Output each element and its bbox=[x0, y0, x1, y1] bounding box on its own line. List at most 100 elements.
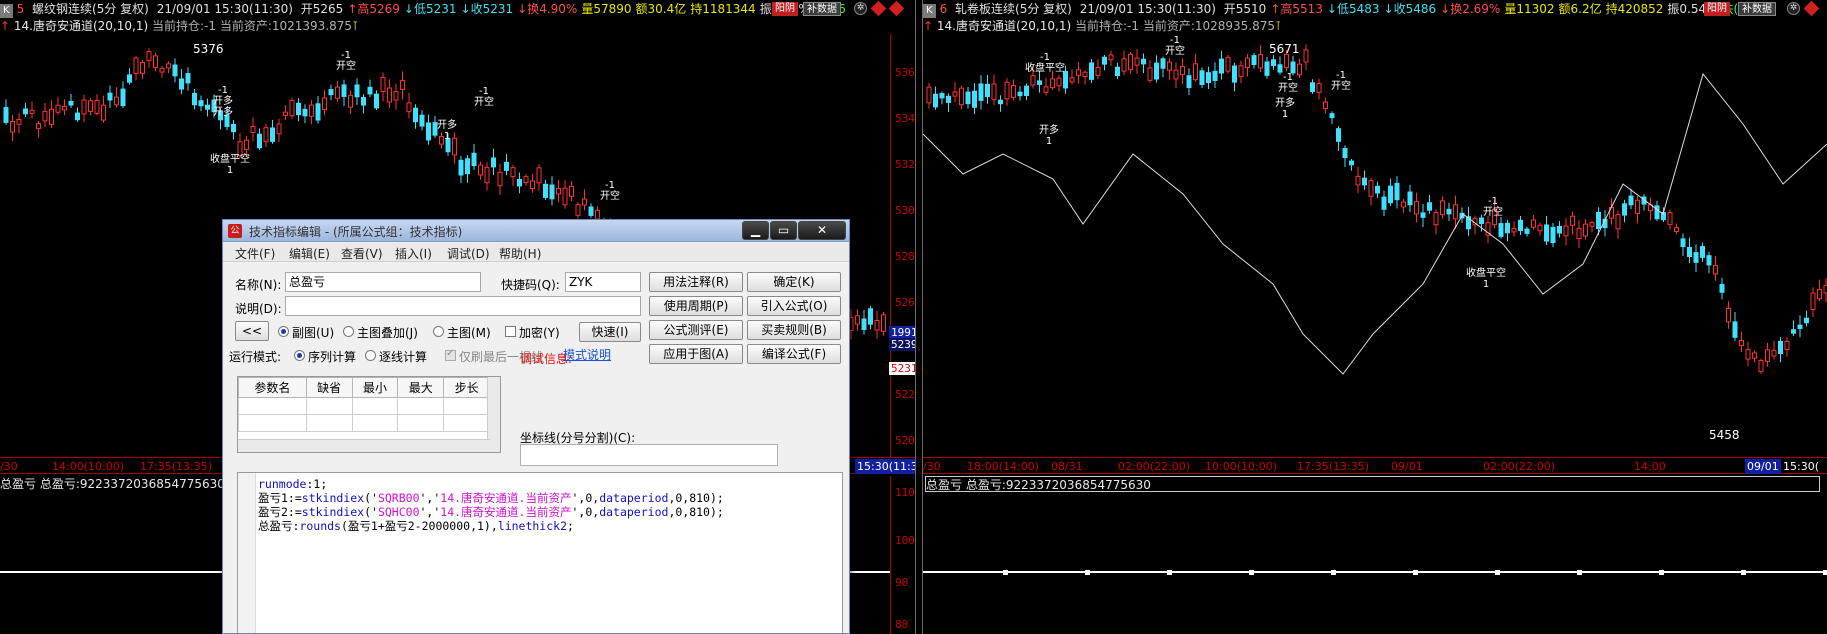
left-candle bbox=[419, 114, 425, 127]
right-candle bbox=[978, 83, 984, 101]
right-settings-icon[interactable]: ✲ bbox=[1787, 2, 1800, 15]
param-row[interactable] bbox=[238, 397, 490, 415]
quick-button[interactable]: 快速(I) bbox=[579, 322, 641, 342]
sequence-calc-radio[interactable] bbox=[294, 350, 305, 361]
apply-to-chart-button[interactable]: 应用于图(A) bbox=[649, 344, 743, 364]
shortcut-input[interactable]: ZYK bbox=[565, 272, 641, 292]
per-bar-calc-radio[interactable] bbox=[365, 350, 376, 361]
subchart-radio[interactable] bbox=[278, 326, 289, 337]
dialog-titlebar[interactable]: 公 技术指标编辑 - (所属公式组：技术指标) ▁ ▭ ✕ bbox=[223, 220, 849, 242]
right-candle bbox=[959, 87, 964, 106]
left-candle bbox=[114, 96, 119, 106]
right-candlestick-chart[interactable] bbox=[923, 34, 1827, 457]
left-candle bbox=[166, 63, 171, 69]
subchart-label: 副图(U) bbox=[292, 326, 335, 340]
left-candle bbox=[309, 104, 314, 117]
right-indicator-marker bbox=[1167, 570, 1172, 575]
menu-debug[interactable]: 调试(D) bbox=[447, 245, 490, 262]
param-horizontal-scrollbar[interactable] bbox=[238, 439, 490, 452]
right-candle bbox=[1251, 55, 1257, 66]
right-candle bbox=[1199, 70, 1205, 86]
overlay-label: 主图叠加(J) bbox=[357, 326, 418, 340]
menu-view[interactable]: 查看(V) bbox=[341, 245, 383, 262]
right-candle bbox=[1193, 63, 1198, 81]
right-symbol-name[interactable]: 轧卷板连续(5分 复权) bbox=[955, 2, 1072, 16]
right-candle bbox=[1336, 128, 1341, 142]
right-candle bbox=[1732, 321, 1738, 338]
right-candle bbox=[1362, 177, 1367, 186]
left-candle bbox=[341, 84, 347, 97]
right-candle bbox=[1726, 307, 1731, 323]
k-line-icon[interactable]: K bbox=[923, 4, 936, 18]
right-candle bbox=[1420, 212, 1426, 218]
right-candle bbox=[1102, 56, 1107, 65]
ok-button[interactable]: 确定(K) bbox=[747, 272, 841, 292]
menu-insert[interactable]: 插入(I) bbox=[395, 245, 432, 262]
left-candle bbox=[543, 183, 548, 198]
description-input[interactable] bbox=[285, 296, 641, 316]
right-candle bbox=[1700, 246, 1705, 258]
collapse-button[interactable]: << bbox=[235, 321, 269, 341]
left-candle bbox=[94, 99, 100, 114]
code-line[interactable]: 盈亏2:=stkindiex('SQHC00','14.唐奇安通道.当前资产',… bbox=[258, 505, 724, 519]
axis-lines-input[interactable] bbox=[520, 444, 778, 466]
left-trade-annotation: -1 开空 bbox=[474, 86, 494, 108]
left-assets-label: 当前资产: bbox=[219, 19, 272, 33]
right-candle bbox=[1128, 53, 1133, 71]
menu-help[interactable]: 帮助(H) bbox=[499, 245, 541, 262]
overlay-radio[interactable] bbox=[343, 326, 354, 337]
right-candle bbox=[1121, 58, 1127, 72]
left-candle bbox=[263, 127, 269, 143]
right-candle bbox=[1375, 185, 1380, 194]
minimize-button[interactable]: ▁ bbox=[742, 221, 769, 240]
refresh-last-checkbox[interactable] bbox=[445, 348, 456, 361]
left-fill-data-button[interactable]: 补数据 bbox=[803, 2, 841, 16]
run-mode-label: 运行模式: bbox=[229, 350, 282, 364]
left-indicator-title: 总盈亏 总盈亏:9223372036854775630 bbox=[0, 477, 225, 491]
left-candle bbox=[588, 206, 594, 217]
left-candle bbox=[153, 55, 158, 69]
k-line-icon[interactable]: K bbox=[0, 4, 13, 18]
left-candle bbox=[55, 104, 61, 113]
code-line[interactable]: runmode:1; bbox=[258, 477, 327, 491]
formula-code-editor[interactable]: runmode:1; 盈亏1:=stkindiex('SQRB00','14.唐奇… bbox=[237, 472, 843, 633]
mainchart-radio[interactable] bbox=[433, 326, 444, 337]
right-candle bbox=[1596, 211, 1601, 229]
right-candle bbox=[1511, 227, 1517, 233]
formula-test-button[interactable]: 公式测评(E) bbox=[649, 320, 743, 340]
menu-file[interactable]: 文件(F) bbox=[235, 245, 275, 262]
code-line[interactable]: 盈亏1:=stkindiex('SQRB00','14.唐奇安通道.当前资产',… bbox=[258, 491, 724, 505]
use-period-button[interactable]: 使用周期(P) bbox=[649, 296, 743, 316]
name-input[interactable]: 总盈亏 bbox=[285, 272, 481, 292]
param-row[interactable] bbox=[238, 414, 490, 432]
parameter-table[interactable]: 参数名 缺省 最小 最大 步长 bbox=[237, 376, 501, 453]
right-yinyang-tag[interactable]: 阳阴 bbox=[1704, 2, 1730, 16]
right-fill-data-button[interactable]: 补数据 bbox=[1738, 2, 1776, 16]
right-assets-label: 当前资产: bbox=[1142, 19, 1195, 33]
import-formula-button[interactable]: 引入公式(O) bbox=[747, 296, 841, 316]
close-button[interactable]: ✕ bbox=[798, 221, 846, 240]
left-candle bbox=[315, 103, 321, 121]
left-stat: ↓换4.90% bbox=[517, 2, 578, 16]
left-yinyang-tag[interactable]: 阳阴 bbox=[772, 2, 798, 16]
right-candle bbox=[1563, 225, 1569, 237]
right-candle bbox=[1258, 54, 1263, 69]
left-settings-icon[interactable]: ✲ bbox=[854, 2, 867, 15]
right-chart-pane[interactable]: K6 轧卷板连续(5分 复权) 21/09/01 15:30(11:30) 开5… bbox=[923, 0, 1827, 634]
left-candle bbox=[75, 112, 80, 121]
left-indicator-info: ↑ 14.唐奇安通道(20,10,1) 当前持仓:-1 当前资产:1021393… bbox=[0, 19, 359, 33]
trade-rules-button[interactable]: 买卖规则(B) bbox=[747, 320, 841, 340]
right-candle bbox=[1570, 215, 1575, 226]
left-candle bbox=[562, 187, 568, 206]
usage-notes-button[interactable]: 用法注释(R) bbox=[649, 272, 743, 292]
left-indicator-axis: 110 100 90 80 bbox=[890, 476, 915, 634]
menu-edit[interactable]: 编辑(E) bbox=[289, 245, 330, 262]
compile-formula-button[interactable]: 编译公式(F) bbox=[747, 344, 841, 364]
left-symbol-name[interactable]: 螺纹钢连续(5分 复权) bbox=[32, 2, 149, 16]
encrypt-checkbox[interactable] bbox=[505, 326, 516, 337]
pane-splitter[interactable] bbox=[915, 0, 923, 634]
right-indicator-chart[interactable] bbox=[923, 492, 1827, 634]
code-line[interactable]: 总盈亏:rounds(盈亏1+盈亏2-2000000,1),linethick2… bbox=[258, 519, 574, 533]
maximize-button[interactable]: ▭ bbox=[770, 221, 797, 240]
formula-editor-dialog[interactable]: 公 技术指标编辑 - (所属公式组：技术指标) ▁ ▭ ✕ 文件(F) 编辑(E… bbox=[222, 219, 850, 634]
